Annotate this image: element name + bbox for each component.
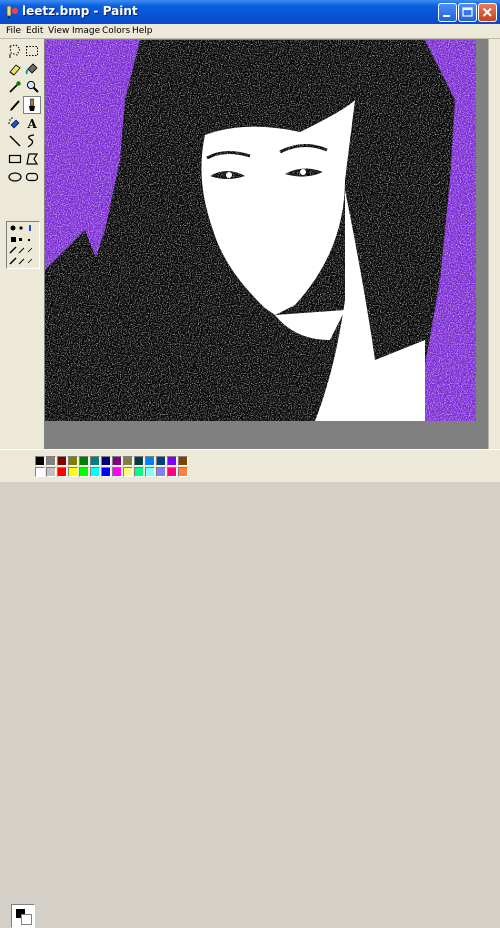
free-form-select-tool[interactable] <box>7 43 23 59</box>
line-icon <box>9 135 21 147</box>
magnifier-tool[interactable] <box>24 79 40 95</box>
palette-swatch[interactable] <box>46 467 56 477</box>
ellipse-tool[interactable] <box>7 169 23 185</box>
fill-with-color-tool[interactable] <box>24 61 40 77</box>
drawing-canvas[interactable] <box>45 40 476 421</box>
menu-file[interactable]: File <box>6 24 21 38</box>
palette-swatch[interactable] <box>145 467 155 477</box>
palette-swatch[interactable] <box>112 456 122 466</box>
palette-swatch[interactable] <box>90 456 100 466</box>
menu-edit[interactable]: Edit <box>26 24 43 38</box>
airbrush-tool[interactable] <box>7 115 23 131</box>
select-icon <box>26 46 38 56</box>
palette-swatch[interactable] <box>134 467 144 477</box>
eraser-tool[interactable] <box>7 61 23 77</box>
maximize-icon <box>462 7 473 17</box>
palette-swatch[interactable] <box>90 467 100 477</box>
tool-options-box[interactable] <box>6 221 40 269</box>
palette-swatch[interactable] <box>123 467 133 477</box>
polygon-icon <box>26 153 39 165</box>
palette-swatch[interactable] <box>46 456 56 466</box>
palette-swatch[interactable] <box>123 456 133 466</box>
pencil-icon <box>10 100 20 111</box>
menu-view[interactable]: View <box>48 24 69 38</box>
text-icon: A <box>27 117 38 131</box>
maximize-button[interactable] <box>458 3 477 22</box>
palette-swatch[interactable] <box>145 456 155 466</box>
curve-tool[interactable] <box>24 133 40 149</box>
curve-icon <box>27 134 35 148</box>
palette-swatch[interactable] <box>35 456 45 466</box>
canvas-image <box>45 40 476 421</box>
canvas-area[interactable] <box>44 39 500 449</box>
free-form-select-icon <box>9 44 21 58</box>
menu-bar: File Edit View Image Colors Help <box>0 24 500 39</box>
pencil-tool[interactable] <box>7 97 23 113</box>
brush-icon <box>29 98 35 111</box>
minimize-icon <box>443 15 450 17</box>
text-tool[interactable]: A <box>24 115 40 131</box>
palette-swatch[interactable] <box>68 456 78 466</box>
rounded-rectangle-tool[interactable] <box>24 169 40 185</box>
rounded-rectangle-icon <box>25 172 39 182</box>
rectangle-icon <box>8 154 22 164</box>
palette-swatch[interactable] <box>134 456 144 466</box>
minimize-button[interactable] <box>438 3 457 22</box>
airbrush-icon <box>8 117 20 129</box>
fill-with-color-icon <box>25 63 38 75</box>
paint-app-icon[interactable] <box>5 5 19 19</box>
rectangle-tool[interactable] <box>7 151 23 167</box>
palette-swatch[interactable] <box>35 467 45 477</box>
palette-swatch[interactable] <box>79 456 89 466</box>
window-title: leetz.bmp - Paint <box>22 4 138 18</box>
magnifier-icon <box>26 80 39 93</box>
palette-swatch[interactable] <box>167 467 177 477</box>
brush-tool[interactable] <box>23 96 41 114</box>
palette-swatch[interactable] <box>156 467 166 477</box>
select-tool[interactable] <box>24 43 40 59</box>
palette-swatch[interactable] <box>68 467 78 477</box>
close-button[interactable] <box>478 3 497 22</box>
secondary-color-swatch <box>21 914 32 925</box>
close-icon <box>482 7 492 17</box>
ellipse-icon <box>8 172 22 182</box>
line-tool[interactable] <box>7 133 23 149</box>
polygon-tool[interactable] <box>24 151 40 167</box>
palette-swatch[interactable] <box>79 467 89 477</box>
menu-colors[interactable]: Colors <box>102 24 130 38</box>
pick-color-tool[interactable] <box>7 79 23 95</box>
eraser-icon <box>9 64 21 76</box>
palette-swatch[interactable] <box>112 467 122 477</box>
palette-swatch[interactable] <box>178 456 188 466</box>
menu-image[interactable]: Image <box>72 24 100 38</box>
palette-swatch[interactable] <box>101 467 111 477</box>
palette-swatch[interactable] <box>167 456 177 466</box>
pick-color-icon <box>9 81 21 93</box>
title-bar[interactable]: leetz.bmp - Paint <box>0 0 500 24</box>
vertical-scrollbar[interactable] <box>488 39 500 449</box>
current-colors-indicator[interactable] <box>11 904 35 928</box>
toolbox: A <box>0 39 45 449</box>
menu-help[interactable]: Help <box>132 24 153 38</box>
palette-swatch[interactable] <box>178 467 188 477</box>
brush-shape-options[interactable] <box>7 222 39 268</box>
svg-text:A: A <box>27 117 38 131</box>
palette-swatch[interactable] <box>101 456 111 466</box>
palette-swatch[interactable] <box>57 467 67 477</box>
palette-swatch[interactable] <box>156 456 166 466</box>
palette-swatch[interactable] <box>57 456 67 466</box>
